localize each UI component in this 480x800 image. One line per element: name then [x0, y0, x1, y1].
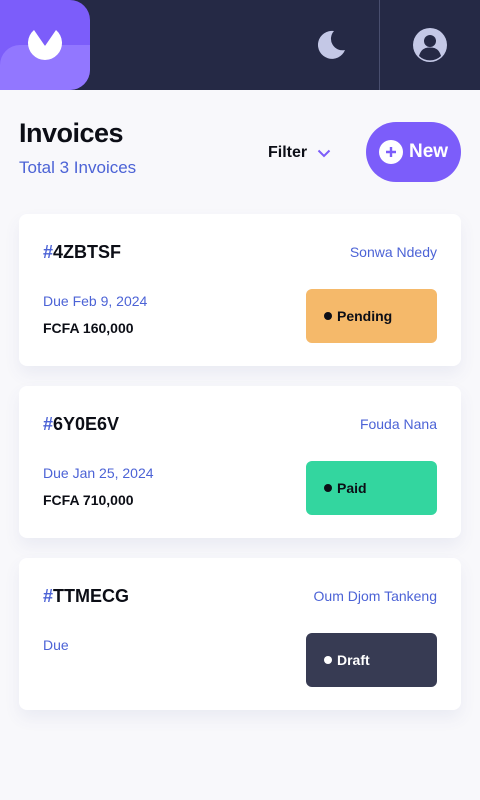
- invoice-id: #6Y0E6V: [43, 414, 119, 435]
- status-label: Paid: [337, 480, 367, 496]
- invoice-id: #4ZBTSF: [43, 242, 121, 263]
- invoice-card[interactable]: #6Y0E6V Fouda Nana Due Jan 25, 2024 FCFA…: [19, 386, 461, 538]
- status-label: Pending: [337, 308, 393, 324]
- status-badge: Draft: [306, 633, 437, 687]
- hash-symbol: #: [43, 414, 54, 434]
- due-date: Due: [43, 637, 69, 653]
- invoice-number: TTMECG: [53, 586, 130, 606]
- due-date: Due Jan 25, 2024: [43, 465, 154, 481]
- hash-symbol: #: [43, 586, 54, 606]
- invoice-id: #TTMECG: [43, 586, 129, 607]
- status-dot-icon: [324, 312, 332, 320]
- chevron-down-icon: [317, 149, 331, 157]
- status-label: Draft: [337, 652, 370, 668]
- invoice-card[interactable]: #4ZBTSF Sonwa Ndedy Due Feb 9, 2024 FCFA…: [19, 214, 461, 366]
- client-name: Sonwa Ndedy: [349, 244, 437, 260]
- invoice-count: Total 3 Invoices: [19, 158, 137, 177]
- header-divider: [379, 0, 380, 90]
- status-badge: Pending: [306, 289, 437, 343]
- moon-icon: [317, 30, 345, 59]
- client-name: Oum Djom Tankeng: [313, 588, 437, 604]
- status-dot-icon: [324, 656, 332, 664]
- hash-symbol: #: [43, 242, 54, 262]
- theme-toggle-button[interactable]: [312, 26, 350, 64]
- filter-label: Filter: [268, 144, 308, 161]
- logo-icon: [28, 30, 62, 60]
- new-invoice-button[interactable]: New: [366, 122, 461, 182]
- status-dot-icon: [324, 484, 332, 492]
- plus-icon: [379, 140, 403, 164]
- invoice-number: 4ZBTSF: [53, 242, 122, 262]
- due-date: Due Feb 9, 2024: [43, 293, 148, 309]
- page-title: Invoices: [19, 118, 124, 148]
- status-badge: Paid: [306, 461, 437, 515]
- filter-dropdown[interactable]: Filter: [268, 141, 331, 165]
- new-invoice-label: New: [409, 141, 449, 162]
- user-avatar-icon: [413, 28, 447, 62]
- invoice-number: 6Y0E6V: [53, 414, 120, 434]
- client-name: Fouda Nana: [359, 416, 437, 432]
- app-header: [0, 0, 480, 90]
- user-avatar-button[interactable]: [411, 26, 449, 64]
- invoice-amount: FCFA 710,000: [43, 492, 134, 508]
- invoice-amount: FCFA 160,000: [43, 320, 134, 336]
- logo[interactable]: [0, 0, 90, 90]
- invoice-card[interactable]: #TTMECG Oum Djom Tankeng Due Draft: [19, 558, 461, 710]
